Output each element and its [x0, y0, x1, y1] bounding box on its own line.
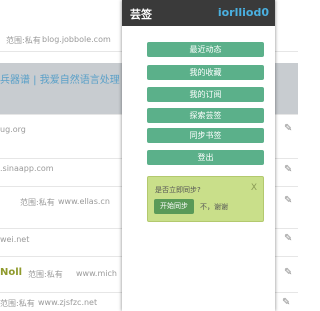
item-url[interactable]: .sinaapp.com	[0, 164, 54, 173]
explore-button[interactable]: 探索芸签	[147, 108, 264, 123]
panel-header: 芸签 iorlliod0	[122, 0, 275, 26]
start-sync-button[interactable]: 开始同步	[154, 199, 194, 214]
item-url[interactable]: wei.net	[0, 235, 29, 244]
item-url[interactable]: blog.jobbole.com	[42, 35, 111, 44]
scope-label: 范围:私有	[28, 270, 63, 279]
edit-icon[interactable]: ✎	[282, 297, 290, 308]
scope-label: 范围:私有	[6, 36, 41, 45]
sync-bookmarks-button[interactable]: 同步书签	[147, 128, 264, 143]
sync-prompt: 是否立即同步? X 开始同步 不，谢谢	[147, 176, 264, 222]
logout-button[interactable]: 登出	[147, 150, 264, 165]
app-title: 芸签	[130, 8, 152, 21]
edit-icon[interactable]: ✎	[284, 164, 292, 175]
item-url[interactable]: ug.org	[0, 125, 26, 134]
decline-sync-link[interactable]: 不，谢谢	[200, 202, 228, 212]
edit-icon[interactable]: ✎	[284, 267, 292, 278]
edit-icon[interactable]: ✎	[284, 233, 292, 244]
close-icon[interactable]: X	[251, 183, 257, 193]
edit-icon[interactable]: ✎	[284, 123, 292, 134]
sync-question: 是否立即同步?	[155, 186, 201, 194]
username-link[interactable]: iorlliod0	[218, 6, 269, 19]
recent-activity-button[interactable]: 最近动态	[147, 42, 264, 57]
item-url[interactable]: www.mich	[76, 269, 117, 278]
my-subscriptions-button[interactable]: 我的订阅	[147, 87, 264, 102]
item-url[interactable]: www.zjsfzc.net	[38, 298, 97, 307]
scope-label: 范围:私有	[0, 299, 35, 308]
item-title[interactable]: 兵器谱 | 我爱自然语言处理	[0, 71, 120, 86]
scope-label: 范围:私有	[20, 198, 55, 207]
my-favorites-button[interactable]: 我的收藏	[147, 65, 264, 80]
popup-panel: 芸签 iorlliod0 最近动态 我的收藏 我的订阅 探索芸签 同步书签 登出…	[122, 0, 275, 311]
item-url[interactable]: www.ellas.cn	[58, 197, 110, 206]
item-title[interactable]: Noll	[0, 267, 22, 278]
edit-icon[interactable]: ✎	[284, 195, 292, 206]
